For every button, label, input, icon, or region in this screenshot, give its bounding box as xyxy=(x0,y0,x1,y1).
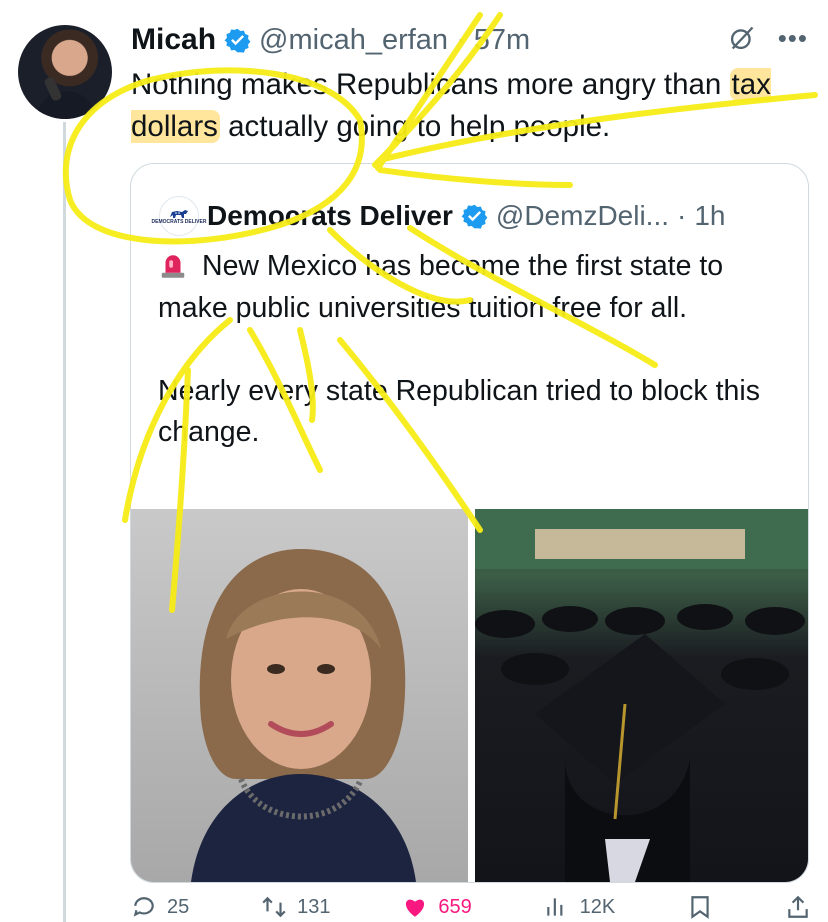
quoted-author-name[interactable]: Democrats Deliver xyxy=(207,200,453,232)
header-separator: · xyxy=(456,23,466,56)
verified-badge-icon xyxy=(461,204,488,229)
verified-badge-icon xyxy=(224,28,251,53)
like-button[interactable]: 659 xyxy=(402,894,472,920)
portrait-illustration xyxy=(191,549,416,882)
author-handle[interactable]: @micah_erfan xyxy=(259,24,448,57)
quoted-author-avatar[interactable]: DEMOCRATS DELIVER xyxy=(152,196,206,236)
tweet-text: Nothing makes Republicans more angry tha… xyxy=(131,64,801,148)
heart-icon xyxy=(406,899,425,917)
quoted-timestamp[interactable]: 1h xyxy=(694,200,725,232)
more-icon[interactable]: ••• xyxy=(778,25,808,51)
quoted-text-paragraph-1: New Mexico has become the first state to… xyxy=(158,250,732,324)
quoted-tweet-text: New Mexico has become the first state to… xyxy=(158,246,788,454)
view-count: 12K xyxy=(579,895,616,918)
bookmark-icon xyxy=(691,896,709,919)
thread-line xyxy=(63,122,66,922)
avatar[interactable] xyxy=(18,25,112,119)
quoted-tweet[interactable]: DEMOCRATS DELIVER Democrats Deliver @Dem… xyxy=(130,163,809,883)
reply-icon xyxy=(133,897,154,917)
governor-portrait-image[interactable] xyxy=(131,509,468,882)
share-button[interactable] xyxy=(785,894,811,920)
bookmark-button[interactable] xyxy=(687,894,713,920)
avatar-shirt xyxy=(36,91,96,119)
author-name[interactable]: Micah xyxy=(131,23,216,57)
quoted-header-separator: · xyxy=(677,200,687,231)
siren-icon xyxy=(161,255,185,278)
reply-count: 25 xyxy=(167,895,190,918)
views-icon xyxy=(546,898,563,916)
tweet-text-part2: actually going to help people. xyxy=(219,110,611,143)
tweet-top-actions: ••• xyxy=(728,24,808,52)
like-count: 659 xyxy=(438,895,472,918)
repost-icon xyxy=(262,896,286,918)
share-icon xyxy=(788,895,808,918)
views-button[interactable]: 12K xyxy=(544,894,616,920)
tweet-header: Micah @micah_erfan · 57m xyxy=(131,22,530,58)
repost-button[interactable]: 131 xyxy=(261,894,331,920)
tweet-text-part1: Nothing makes Republicans more angry tha… xyxy=(131,68,730,101)
donkey-logo-icon xyxy=(170,209,188,218)
quoted-logo-text: DEMOCRATS DELIVER xyxy=(151,218,207,225)
quoted-author-handle[interactable]: @DemzDeli... xyxy=(496,200,669,232)
reply-button[interactable]: 25 xyxy=(131,894,189,920)
repost-count: 131 xyxy=(297,895,331,918)
grok-icon[interactable] xyxy=(728,24,756,52)
graduation-illustration xyxy=(475,509,808,882)
tweet-actions: 25 131 659 12K xyxy=(131,894,811,920)
quoted-tweet-header: DEMOCRATS DELIVER Democrats Deliver @Dem… xyxy=(152,196,726,236)
tweet-timestamp[interactable]: 57m xyxy=(474,24,530,57)
quoted-text-paragraph-2: Nearly every state Republican tried to b… xyxy=(158,374,768,449)
graduation-ceremony-image[interactable] xyxy=(475,509,808,882)
